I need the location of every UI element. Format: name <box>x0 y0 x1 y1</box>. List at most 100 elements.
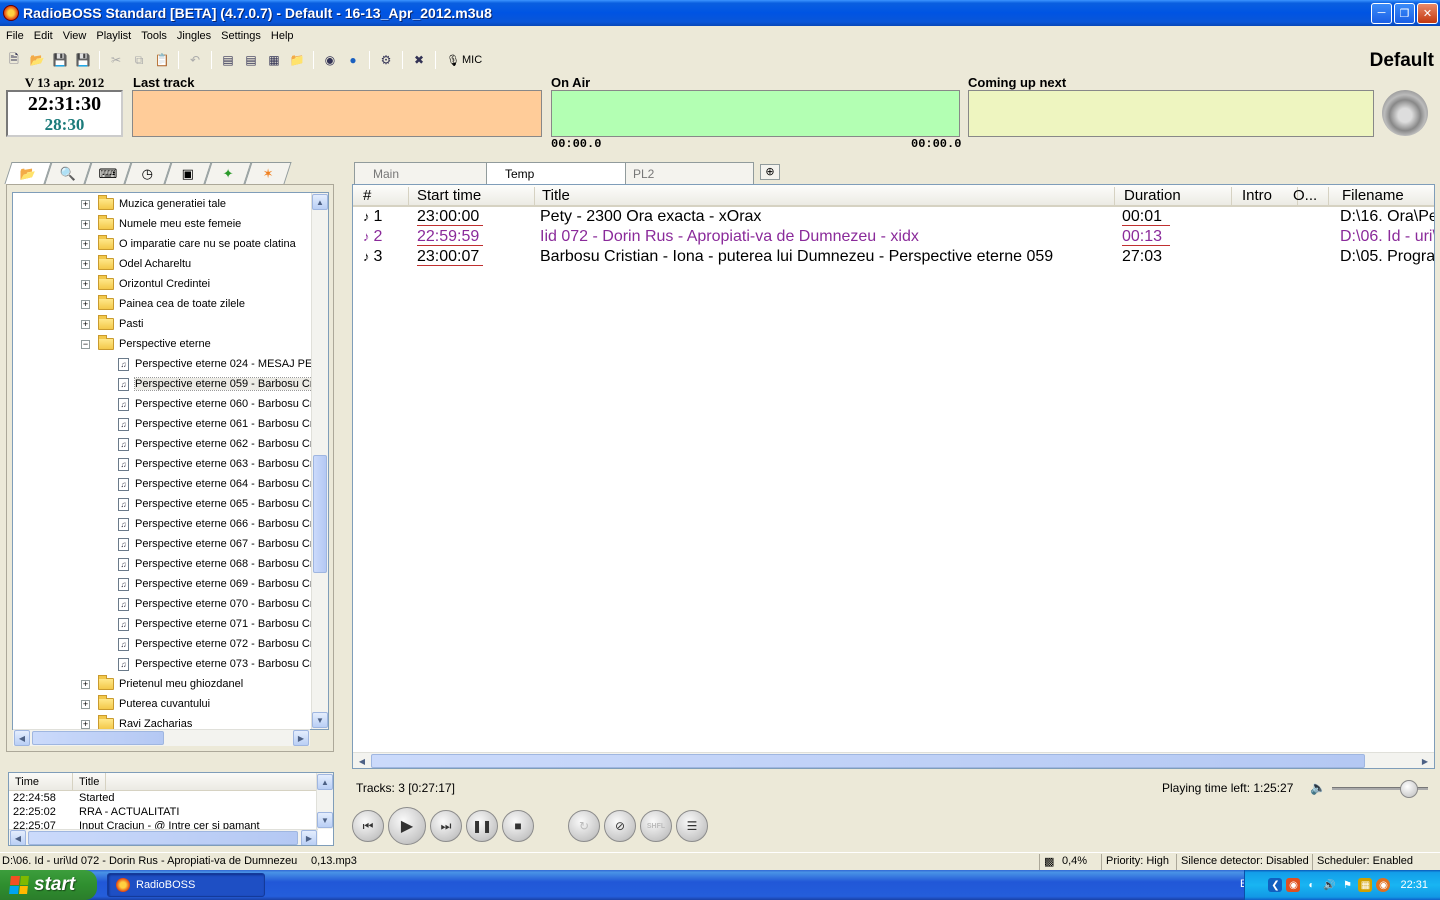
tab-pl2[interactable]: PL2 <box>614 162 754 184</box>
undo-button[interactable]: ↶ <box>185 50 205 70</box>
paste-button[interactable]: 📋 <box>152 50 172 70</box>
log-hscroll-thumb[interactable] <box>28 831 298 845</box>
taskbar-radioboss[interactable]: RadioBOSS <box>107 873 265 897</box>
next-button[interactable]: ⏭ <box>430 810 462 842</box>
menu-playlist[interactable]: Playlist <box>92 30 137 42</box>
tray-radioboss-icon[interactable]: ◉ <box>1286 878 1301 892</box>
volume-slider[interactable] <box>1332 780 1428 798</box>
col-title[interactable]: Title <box>538 187 1115 205</box>
tray-update-icon[interactable]: ◉ <box>1376 878 1391 892</box>
tree-file-item[interactable]: ♫ Perspective eterne 069 - Barbosu Cr <box>118 574 314 594</box>
col-number[interactable]: # <box>359 187 409 205</box>
previous-button[interactable]: ⏮ <box>352 810 384 842</box>
broadcast-button[interactable]: ● <box>343 50 363 70</box>
expand-icon[interactable]: + <box>81 719 90 729</box>
insert-multiple-button[interactable]: ▦ <box>264 50 284 70</box>
tree-folder-item[interactable]: + Numele meu este femeie <box>81 214 241 234</box>
tree-file-item[interactable]: ♫ Perspective eterne 062 - Barbosu Cr <box>118 434 314 454</box>
headphones-icon[interactable] <box>1382 90 1428 136</box>
stream-button[interactable]: ◉ <box>320 50 340 70</box>
log-scroll-down-button[interactable]: ▼ <box>317 812 333 828</box>
tree-folder-item[interactable]: + Puterea cuvantului <box>81 694 210 714</box>
tree-file-item[interactable]: ♫ Perspective eterne 065 - Barbosu Cr <box>118 494 314 514</box>
tree-vertical-scrollbar[interactable]: ▲ ▼ <box>311 193 328 729</box>
menu-file[interactable]: File <box>2 30 30 42</box>
menu-settings[interactable]: Settings <box>217 30 267 42</box>
tree-file-item[interactable]: ♫ Perspective eterne 064 - Barbosu Cr <box>118 474 314 494</box>
tree-file-item[interactable]: ♫ Perspective eterne 024 - MESAJ PEN <box>118 354 320 374</box>
tray-chevron-icon[interactable]: ❮ <box>1268 878 1283 892</box>
shuffle-button[interactable]: SHFL <box>640 810 672 842</box>
expand-icon[interactable]: + <box>81 279 90 289</box>
log-scroll-up-button[interactable]: ▲ <box>317 774 333 790</box>
speaker-icon[interactable]: 🔈 <box>1310 780 1326 796</box>
playlist-horizontal-scrollbar[interactable]: ◀ ▶ <box>353 752 1434 768</box>
playlist-scroll-right-button[interactable]: ▶ <box>1417 753 1433 768</box>
col-duration[interactable]: Duration <box>1120 187 1232 205</box>
log-horizontal-scrollbar[interactable]: ◀ ▶ <box>9 829 318 845</box>
collapse-icon[interactable]: − <box>81 339 90 349</box>
save-as-button[interactable]: 💾 <box>73 50 93 70</box>
tree-folder-item[interactable]: + Muzica generatiei tale <box>81 194 226 214</box>
expand-icon[interactable]: + <box>81 699 90 709</box>
expand-icon[interactable]: + <box>81 199 90 209</box>
expand-icon[interactable]: + <box>81 319 90 329</box>
tree-file-item[interactable]: ♫ Perspective eterne 071 - Barbosu Cr <box>118 614 314 634</box>
expand-icon[interactable]: + <box>81 299 90 309</box>
restore-button[interactable]: ❐ <box>1394 2 1415 24</box>
play-button[interactable]: ▶ <box>388 807 426 845</box>
tree-file-item[interactable]: ♫ Perspective eterne 063 - Barbosu Cr <box>118 454 314 474</box>
tray-network-icon[interactable]: ◐ <box>1304 878 1318 892</box>
tab-temp[interactable]: Temp <box>486 162 626 184</box>
insert-command-button[interactable]: ▤ <box>241 50 261 70</box>
tree-folder-item[interactable]: − Perspective eterne <box>81 334 211 354</box>
menu-view[interactable]: View <box>59 30 93 42</box>
tree-scroll-left-button[interactable]: ◀ <box>14 730 30 746</box>
playlist-row[interactable]: ♪ 2 22:59:59 Iid 072 - Dorin Rus - Apropiat… <box>353 227 1434 247</box>
col-filename[interactable]: Filename <box>1338 187 1434 205</box>
tree-hscroll-thumb[interactable] <box>32 731 164 745</box>
expand-icon[interactable]: + <box>81 239 90 249</box>
tab-radio[interactable]: ✶ <box>244 162 292 184</box>
expand-icon[interactable]: + <box>81 259 90 269</box>
tree-file-item[interactable]: ♫ Perspective eterne 059 - Barbosu Cr <box>118 374 315 394</box>
tray-app-icon[interactable]: ▦ <box>1358 878 1373 892</box>
tree-folder-item[interactable]: + Painea cea de toate zilele <box>81 294 245 314</box>
tree-file-item[interactable]: ♫ Perspective eterne 061 - Barbosu Cr <box>118 414 314 434</box>
minimize-button[interactable]: ─ <box>1371 2 1392 24</box>
stop-button[interactable]: ■ <box>502 810 534 842</box>
repeat-button[interactable]: ↻ <box>568 810 600 842</box>
log-header-time[interactable]: Time <box>9 773 73 790</box>
mic-button[interactable]: 🎙 MIC <box>446 54 482 67</box>
new-playlist-button[interactable]: 🗎 <box>4 50 24 70</box>
close-button[interactable]: ✕ <box>1417 2 1438 24</box>
playlist-row[interactable]: ♪ 1 23:00:00 Pety - 2300 Ora exacta - xOrax… <box>353 207 1434 227</box>
tree-file-item[interactable]: ♫ Perspective eterne 066 - Barbosu Cr <box>118 514 314 534</box>
insert-folder-button[interactable]: 📁 <box>287 50 307 70</box>
title-bar[interactable]: RadioBOSS Standard [BETA] (4.7.0.7) - De… <box>0 0 1440 26</box>
log-header-title[interactable]: Title <box>73 773 107 790</box>
pause-button[interactable]: ❚❚ <box>466 810 498 842</box>
tree-file-item[interactable]: ♫ Perspective eterne 073 - Barbosu Cr <box>118 654 314 674</box>
tree-folder-item[interactable]: + Prietenul meu ghiozdanel <box>81 674 243 694</box>
expand-icon[interactable]: + <box>81 219 90 229</box>
tree-folder-item[interactable]: + Pasti <box>81 314 143 334</box>
tools-button[interactable]: ✖ <box>409 50 429 70</box>
tree-file-item[interactable]: ♫ Perspective eterne 068 - Barbosu Cr <box>118 554 314 574</box>
add-playlist-button[interactable]: ⊕ <box>760 164 780 180</box>
menu-tools[interactable]: Tools <box>137 30 173 42</box>
stop-after-button[interactable]: ⊘ <box>604 810 636 842</box>
cut-button[interactable]: ✂ <box>106 50 126 70</box>
log-scroll-left-button[interactable]: ◀ <box>10 830 26 845</box>
tree-file-item[interactable]: ♫ Perspective eterne 060 - Barbosu Cr <box>118 394 314 414</box>
menu-jingles[interactable]: Jingles <box>173 30 217 42</box>
tree-folder-item[interactable]: + Ravi Zacharias <box>81 714 192 729</box>
expand-icon[interactable]: + <box>81 679 90 689</box>
tree-file-item[interactable]: ♫ Perspective eterne 070 - Barbosu Cr <box>118 594 314 614</box>
tree-scroll-up-button[interactable]: ▲ <box>312 194 328 210</box>
open-playlist-button[interactable]: 📂 <box>27 50 47 70</box>
scheduler-button[interactable]: ⚙ <box>376 50 396 70</box>
copy-button[interactable]: ⧉ <box>129 50 149 70</box>
tree-file-item[interactable]: ♫ Perspective eterne 072 - Barbosu Cr <box>118 634 314 654</box>
playlist-mode-button[interactable]: ☰ <box>676 810 708 842</box>
